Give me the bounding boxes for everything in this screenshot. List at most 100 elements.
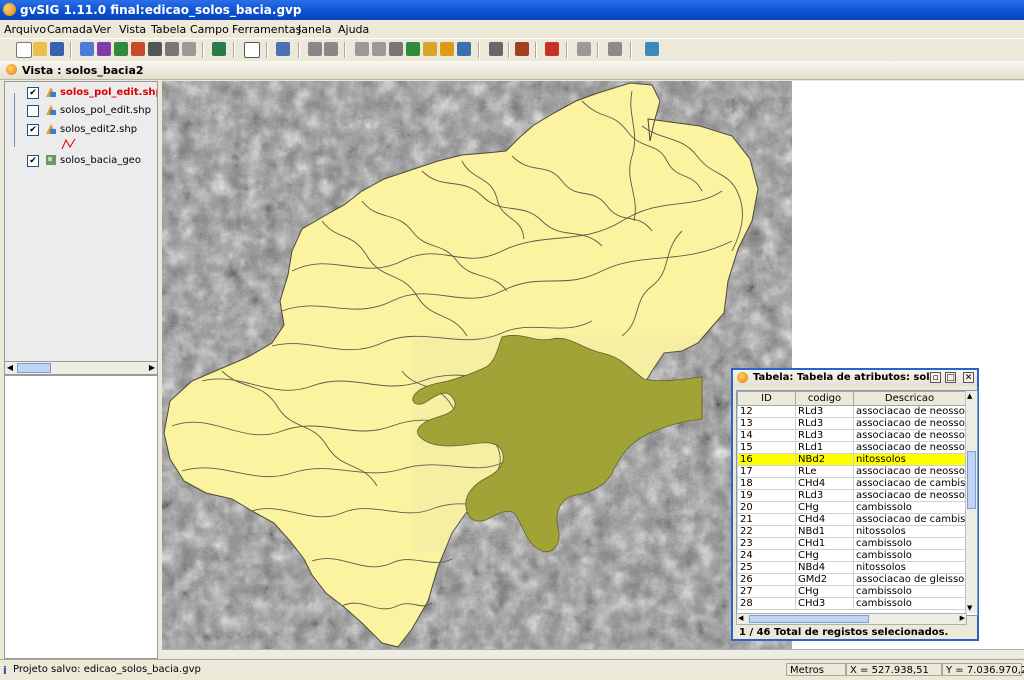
cell-codigo[interactable]: CHd1 bbox=[795, 537, 854, 550]
table-row[interactable]: 16 NBd2 nitossolos bbox=[737, 453, 966, 466]
align-right-icon[interactable] bbox=[372, 42, 386, 56]
add-layer-icon[interactable] bbox=[80, 42, 94, 56]
table-row[interactable]: 15 RLd1 associacao de neossolo bbox=[737, 441, 966, 454]
cell-id[interactable]: 27 bbox=[737, 585, 796, 598]
cell-id[interactable]: 14 bbox=[737, 429, 796, 442]
cell-descricao[interactable]: associacao de neossolo bbox=[853, 489, 966, 502]
layer-row[interactable]: solos_pol_edit.shp bbox=[5, 104, 157, 120]
cell-id[interactable]: 18 bbox=[737, 477, 796, 490]
print-icon[interactable] bbox=[276, 42, 290, 56]
select-icon[interactable] bbox=[212, 42, 226, 56]
cell-descricao[interactable]: nitossolos bbox=[853, 453, 966, 466]
link-icon[interactable] bbox=[423, 42, 437, 56]
cell-descricao[interactable]: nitossolos bbox=[853, 561, 966, 574]
scroll-left-icon[interactable]: ◀ bbox=[738, 614, 743, 622]
pencil-icon[interactable] bbox=[131, 42, 145, 56]
layer-row[interactable]: ✔ solos_edit2.shp bbox=[5, 123, 157, 139]
hand-icon[interactable] bbox=[182, 42, 196, 56]
table-row[interactable]: 20 CHg cambissolo bbox=[737, 501, 966, 514]
table-row[interactable]: 24 CHg cambissolo bbox=[737, 549, 966, 562]
eraser-icon[interactable] bbox=[608, 42, 622, 56]
spreadsheet-icon[interactable] bbox=[545, 42, 559, 56]
arrow-left-icon[interactable] bbox=[324, 42, 338, 56]
menu-janela[interactable]: Janela bbox=[298, 23, 332, 36]
cell-codigo[interactable]: CHd4 bbox=[795, 477, 854, 490]
cell-codigo[interactable]: RLd3 bbox=[795, 429, 854, 442]
cell-descricao[interactable]: associacao de neossolo bbox=[853, 417, 966, 430]
remove-layer-icon[interactable] bbox=[97, 42, 111, 56]
cell-descricao[interactable]: cambissolo bbox=[853, 585, 966, 598]
cell-id[interactable]: 22 bbox=[737, 525, 796, 538]
scroll-right-icon[interactable]: ▶ bbox=[960, 614, 965, 622]
cell-descricao[interactable]: associacao de cambissol bbox=[853, 513, 966, 526]
layout-icon[interactable] bbox=[148, 42, 162, 56]
scroll-left-icon[interactable]: ◀ bbox=[5, 362, 15, 374]
cell-descricao[interactable]: associacao de neossolo bbox=[853, 441, 966, 454]
table-row[interactable]: 26 GMd2 associacao de gleissolo bbox=[737, 573, 966, 586]
close-icon[interactable]: ✕ bbox=[963, 372, 974, 383]
layer-row[interactable]: ✔ solos_bacia_geo bbox=[5, 154, 157, 170]
filter-icon[interactable] bbox=[440, 42, 454, 56]
table-row[interactable]: 12 RLd3 associacao de neossolo bbox=[737, 405, 966, 418]
table-row[interactable]: 25 NBd4 nitossolos bbox=[737, 561, 966, 574]
statistics-icon[interactable] bbox=[457, 42, 471, 56]
scroll-up-icon[interactable]: ▲ bbox=[967, 392, 972, 400]
cell-id[interactable]: 19 bbox=[737, 489, 796, 502]
cell-codigo[interactable]: CHg bbox=[795, 585, 854, 598]
column-header-codigo[interactable]: codigo bbox=[795, 391, 854, 406]
cell-codigo[interactable]: NBd1 bbox=[795, 525, 854, 538]
cell-descricao[interactable]: associacao de neossolo bbox=[853, 465, 966, 478]
scroll-thumb[interactable] bbox=[749, 615, 869, 623]
cell-descricao[interactable]: associacao de neossolo bbox=[853, 405, 966, 418]
layer-row[interactable]: ✔ solos_pol_edit.shp bbox=[5, 86, 157, 102]
locator-map[interactable] bbox=[4, 375, 158, 659]
cell-codigo[interactable]: RLe bbox=[795, 465, 854, 478]
scroll-down-icon[interactable]: ▼ bbox=[967, 604, 972, 612]
calculator-icon[interactable] bbox=[489, 42, 503, 56]
cell-id[interactable]: 13 bbox=[737, 417, 796, 430]
cell-descricao[interactable]: cambissolo bbox=[853, 537, 966, 550]
cell-id[interactable]: 16 bbox=[737, 453, 796, 466]
menu-ferramentas[interactable]: Ferramentas bbox=[232, 23, 301, 36]
table-icon[interactable] bbox=[406, 42, 420, 56]
cell-codigo[interactable]: RLd3 bbox=[795, 405, 854, 418]
menu-campo[interactable]: Campo bbox=[190, 23, 229, 36]
scroll-right-icon[interactable]: ▶ bbox=[147, 362, 157, 374]
table-vertical-scrollbar[interactable]: ▲ ▼ bbox=[965, 391, 977, 613]
cell-id[interactable]: 21 bbox=[737, 513, 796, 526]
cell-id[interactable]: 28 bbox=[737, 597, 796, 610]
cell-descricao[interactable]: cambissolo bbox=[853, 597, 966, 610]
cell-id[interactable]: 15 bbox=[737, 441, 796, 454]
cell-id[interactable]: 26 bbox=[737, 573, 796, 586]
cell-codigo[interactable]: CHg bbox=[795, 501, 854, 514]
cell-descricao[interactable]: associacao de neossolo bbox=[853, 429, 966, 442]
cell-codigo[interactable]: RLd3 bbox=[795, 489, 854, 502]
table-row[interactable]: 27 CHg cambissolo bbox=[737, 585, 966, 598]
cell-codigo[interactable]: NBd4 bbox=[795, 561, 854, 574]
cell-codigo[interactable]: RLd1 bbox=[795, 441, 854, 454]
menu-arquivo[interactable]: Arquivo bbox=[4, 23, 46, 36]
menu-ver[interactable]: Ver bbox=[93, 23, 111, 36]
properties-icon[interactable] bbox=[165, 42, 179, 56]
attribute-table-titlebar[interactable]: Tabela: Tabela de atributos: solos_p... … bbox=[733, 370, 977, 386]
table-row[interactable]: 13 RLd3 associacao de neossolo bbox=[737, 417, 966, 430]
save-icon[interactable] bbox=[50, 42, 64, 56]
table-row[interactable]: 21CHd4associacao de cambissol bbox=[737, 513, 966, 526]
table-row[interactable]: 28 CHd3 cambissolo bbox=[737, 597, 966, 610]
toc-horizontal-scrollbar[interactable]: ◀ ▶ bbox=[4, 361, 158, 375]
table-row[interactable]: 23 CHd1 cambissolo bbox=[737, 537, 966, 550]
column-header-descricao[interactable]: Descricao bbox=[853, 391, 966, 406]
cell-descricao[interactable]: cambissolo bbox=[853, 501, 966, 514]
scroll-thumb[interactable] bbox=[967, 451, 976, 509]
gray-box-icon[interactable] bbox=[577, 42, 591, 56]
cell-codigo[interactable]: NBd2 bbox=[795, 453, 854, 466]
cell-codigo[interactable]: RLd3 bbox=[795, 417, 854, 430]
layer-checkbox[interactable] bbox=[27, 105, 39, 117]
column-header-id[interactable]: ID bbox=[737, 391, 796, 406]
table-row[interactable]: 19 RLd3 associacao de neossolo bbox=[737, 489, 966, 502]
cell-descricao[interactable]: nitossolos bbox=[853, 525, 966, 538]
cell-id[interactable]: 23 bbox=[737, 537, 796, 550]
table-horizontal-scrollbar[interactable]: ◀ ▶ bbox=[736, 613, 967, 625]
tools-icon[interactable] bbox=[515, 42, 529, 56]
table-row[interactable]: 18CHd4associacao de cambissol bbox=[737, 477, 966, 490]
